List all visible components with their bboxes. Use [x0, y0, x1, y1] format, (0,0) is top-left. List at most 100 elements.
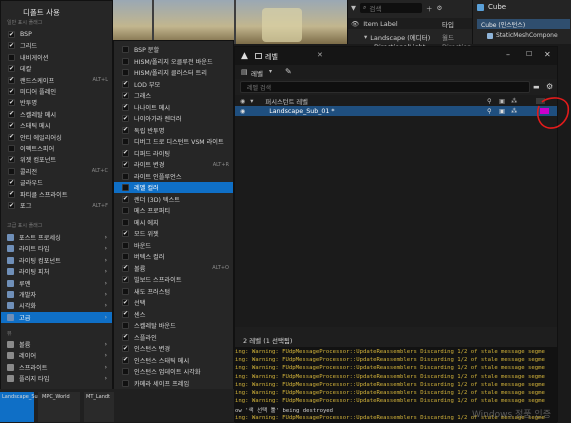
- level-row-persistent[interactable]: ◉ ▾ 퍼시스턴트 레벨 ⚲ ▣ ⁂: [235, 96, 557, 106]
- checkbox-checked-icon[interactable]: ✔: [8, 65, 15, 72]
- checkbox-checked-icon[interactable]: ✔: [122, 357, 129, 364]
- checkbox-checked-icon[interactable]: ✔: [8, 134, 15, 141]
- menu-item[interactable]: HISM/폴리지 오클루전 바운드: [114, 56, 233, 67]
- save-icon[interactable]: ▣: [499, 108, 505, 115]
- menu-item[interactable]: ✔빌보드 스프라이트: [114, 274, 233, 285]
- menu-item[interactable]: 라이트 타입›: [1, 243, 112, 254]
- menu-item[interactable]: ✔파티클 스프라이트: [1, 189, 112, 200]
- checkbox-unchecked-icon[interactable]: [8, 54, 15, 61]
- pencil-icon[interactable]: ✎: [285, 67, 292, 76]
- asset-tile[interactable]: MPC_World: [38, 392, 80, 422]
- menu-item[interactable]: 인스턴스 업데이트 시각화: [114, 366, 233, 377]
- checkbox-checked-icon[interactable]: ✔: [8, 156, 15, 163]
- col-type[interactable]: 타입: [442, 19, 454, 29]
- levels-dropdown-icon[interactable]: ▤: [241, 68, 248, 76]
- menu-item[interactable]: ✔렌더 (3D) 텍스트: [114, 194, 233, 205]
- menu-item[interactable]: ✔나이아가라 렌더러: [114, 113, 233, 124]
- menu-item[interactable]: ✔라이트 변경ALT+R: [114, 159, 233, 170]
- checkbox-checked-icon[interactable]: ✔: [122, 161, 129, 168]
- checkbox-checked-icon[interactable]: ✔: [122, 276, 129, 283]
- menu-item[interactable]: ✔모드 위젯: [114, 228, 233, 239]
- menu-item[interactable]: 루멘›: [1, 278, 112, 289]
- menu-item[interactable]: ✔LOD 부모: [114, 79, 233, 90]
- lock-icon[interactable]: ⚲: [487, 98, 492, 105]
- checkbox-unchecked-icon[interactable]: [122, 207, 129, 214]
- minimize-icon[interactable]: –: [506, 50, 510, 59]
- levels-titlebar[interactable]: ▲ 레벨 ✕ – ☐ ✕: [235, 47, 557, 65]
- checkbox-checked-icon[interactable]: ✔: [122, 230, 129, 237]
- checkbox-unchecked-icon[interactable]: [122, 368, 129, 375]
- close-window-icon[interactable]: ✕: [544, 50, 551, 59]
- asset-tile[interactable]: MT_Landt: [84, 392, 114, 422]
- checkbox-checked-icon[interactable]: ✔: [8, 88, 15, 95]
- menu-item[interactable]: 메스 프로퍼티: [114, 205, 233, 216]
- checkbox-checked-icon[interactable]: ✔: [122, 104, 129, 111]
- menu-item[interactable]: 새도 프러스텀: [114, 286, 233, 297]
- menu-item[interactable]: 메시 에지: [114, 217, 233, 228]
- menu-item[interactable]: HISM/폴리지 클러스터 트리: [114, 67, 233, 78]
- menu-item[interactable]: 내비게이션: [1, 52, 112, 63]
- asset-tile[interactable]: Landscape_Sub_01: [0, 392, 34, 422]
- expand-icon[interactable]: ▾: [250, 98, 253, 105]
- menu-item[interactable]: 플러지 타입›: [1, 373, 112, 384]
- menu-title[interactable]: 디폴트 사용: [23, 7, 60, 18]
- checkbox-checked-icon[interactable]: ✔: [122, 81, 129, 88]
- folder-icon[interactable]: ▬: [533, 83, 540, 91]
- menu-item[interactable]: 포스트 프로세싱›: [1, 232, 112, 243]
- checkbox-unchecked-icon[interactable]: [122, 288, 129, 295]
- menu-item[interactable]: ✔글라우드: [1, 177, 112, 188]
- checkbox-checked-icon[interactable]: ✔: [8, 42, 15, 49]
- settings-icon[interactable]: ⚙: [437, 4, 443, 12]
- save-icon[interactable]: ▣: [499, 98, 505, 105]
- checkbox-checked-icon[interactable]: ✔: [8, 111, 15, 118]
- menu-item[interactable]: ✔스플라인: [114, 332, 233, 343]
- checkbox-checked-icon[interactable]: ✔: [122, 127, 129, 134]
- level-row-selected[interactable]: ◉ Landscape_Sub_01 * ⚲ ▣ ⁂: [235, 106, 557, 116]
- menu-item[interactable]: 라이팅 피처›: [1, 266, 112, 277]
- checkbox-unchecked-icon[interactable]: [122, 46, 129, 53]
- menu-item[interactable]: BSP 분할: [114, 44, 233, 55]
- menu-item[interactable]: ✔센스: [114, 309, 233, 320]
- checkbox-checked-icon[interactable]: ✔: [8, 122, 15, 129]
- menu-item[interactable]: ✔위젯 컴포넌트: [1, 154, 112, 165]
- settings-icon[interactable]: ⚙: [546, 82, 553, 91]
- menu-item[interactable]: ✔미디어 플레인: [1, 86, 112, 97]
- menu-item[interactable]: 시각화›: [1, 300, 112, 311]
- component-child[interactable]: StaticMeshCompone: [487, 32, 558, 39]
- menu-item[interactable]: 라이트 인플루언스: [114, 171, 233, 182]
- menu-item[interactable]: ✔랜드스케이프ALT+L: [1, 75, 112, 86]
- menu-item[interactable]: 라이팅 컴포넌트›: [1, 255, 112, 266]
- checkbox-unchecked-icon[interactable]: [122, 219, 129, 226]
- lock-icon[interactable]: ⚲: [487, 108, 492, 115]
- menu-item[interactable]: 디버그 드로 디스턴트 VSM 라이트: [114, 136, 233, 147]
- checkbox-unchecked-icon[interactable]: [122, 173, 129, 180]
- menu-item[interactable]: 개발자›: [1, 289, 112, 300]
- close-tab-icon[interactable]: ✕: [317, 51, 323, 59]
- menu-item[interactable]: 레이어›: [1, 350, 112, 361]
- menu-item[interactable]: ✔나나이트 메시: [114, 102, 233, 113]
- menu-item[interactable]: ✔독립 반투명: [114, 125, 233, 136]
- menu-item[interactable]: ✔디퍼드 라이팅: [114, 148, 233, 159]
- menu-item[interactable]: 볼륨›: [1, 339, 112, 350]
- component-root[interactable]: Cube (인스턴스): [477, 19, 570, 29]
- menu-item[interactable]: 스프라이트›: [1, 362, 112, 373]
- maximize-icon[interactable]: ☐: [526, 50, 532, 58]
- menu-item[interactable]: 카메라 세이프 프레임: [114, 378, 233, 389]
- checkbox-checked-icon[interactable]: ✔: [8, 202, 15, 209]
- checkbox-checked-icon[interactable]: ✔: [8, 99, 15, 106]
- checkbox-unchecked-icon[interactable]: [122, 58, 129, 65]
- checkbox-checked-icon[interactable]: ✔: [122, 92, 129, 99]
- checkbox-checked-icon[interactable]: ✔: [122, 345, 129, 352]
- menu-item[interactable]: 스켈레탈 바운드: [114, 320, 233, 331]
- levels-search-input[interactable]: 레벨 검색: [240, 81, 530, 93]
- levels-tab-title[interactable]: 레벨: [265, 52, 278, 62]
- checkbox-unchecked-icon[interactable]: [8, 168, 15, 175]
- menu-item[interactable]: ✔볼륨ALT+O: [114, 263, 233, 274]
- eye-icon[interactable]: ◉: [240, 108, 245, 115]
- menu-item[interactable]: ✔BSP: [1, 29, 112, 40]
- menu-item[interactable]: 고급›: [1, 312, 112, 323]
- checkbox-unchecked-icon[interactable]: [122, 184, 129, 191]
- checkbox-unchecked-icon[interactable]: [8, 145, 15, 152]
- menu-item[interactable]: ✔인스턴스 변경: [114, 343, 233, 354]
- expand-icon[interactable]: ▾: [364, 33, 367, 41]
